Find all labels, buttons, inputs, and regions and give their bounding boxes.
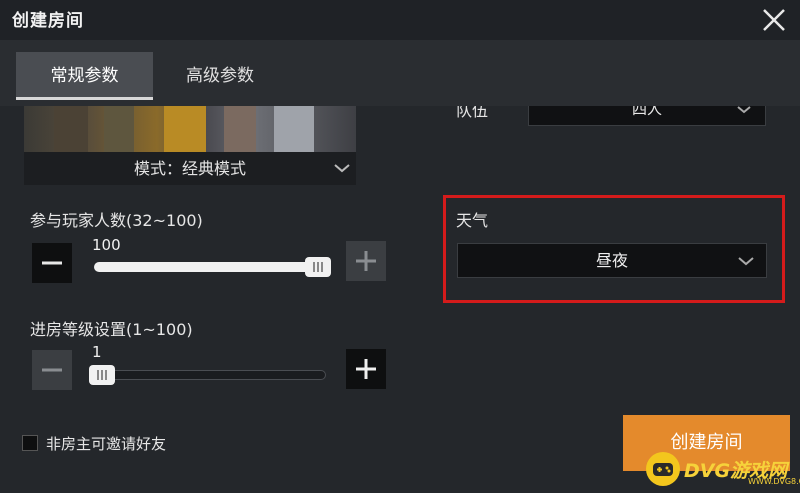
plus-icon — [356, 251, 376, 271]
level-value: 1 — [92, 343, 102, 361]
watermark-logo: DVG游戏网 WWW.DVG8.CN — [646, 452, 800, 486]
weather-highlight-box — [443, 195, 785, 303]
window-title: 创建房间 — [12, 11, 84, 31]
plus-icon — [356, 359, 376, 379]
players-increase-button[interactable] — [346, 241, 386, 281]
level-decrease-button[interactable] — [32, 350, 72, 390]
mode-preview-image — [24, 106, 356, 152]
close-icon — [763, 9, 785, 31]
invite-label: 非房主可邀请好友 — [46, 435, 167, 453]
players-decrease-button[interactable] — [32, 243, 72, 283]
mode-label: 模式：经典模式 — [133, 159, 246, 178]
tab-advanced[interactable]: 高级参数 — [160, 52, 280, 100]
team-row: 队伍 四人 — [440, 106, 780, 130]
chevron-down-icon — [334, 164, 350, 173]
invite-checkbox[interactable] — [22, 435, 38, 451]
level-slider-track[interactable] — [94, 370, 326, 380]
players-slider-thumb[interactable] — [305, 257, 331, 277]
close-button[interactable] — [758, 4, 790, 36]
team-label: 队伍 — [456, 106, 489, 120]
players-label: 参与玩家人数(32~100) — [30, 211, 203, 230]
mode-dropdown[interactable]: 模式：经典模式 — [24, 152, 356, 185]
gamepad-icon — [646, 452, 680, 486]
level-increase-button[interactable] — [346, 349, 386, 389]
players-value: 100 — [92, 236, 121, 254]
chevron-down-icon — [737, 106, 751, 114]
minus-icon — [42, 368, 62, 372]
tab-bar: 常规参数 高级参数 — [0, 40, 800, 106]
players-slider-track[interactable] — [94, 262, 324, 272]
title-bar: 创建房间 — [0, 0, 800, 40]
level-label: 进房等级设置(1~100) — [30, 320, 193, 339]
tab-general[interactable]: 常规参数 — [16, 52, 153, 100]
team-value: 四人 — [631, 106, 662, 118]
level-slider-thumb[interactable] — [89, 365, 115, 385]
watermark-url: WWW.DVG8.CN — [748, 477, 800, 486]
team-dropdown[interactable]: 四人 — [528, 106, 766, 126]
minus-icon — [42, 261, 62, 265]
